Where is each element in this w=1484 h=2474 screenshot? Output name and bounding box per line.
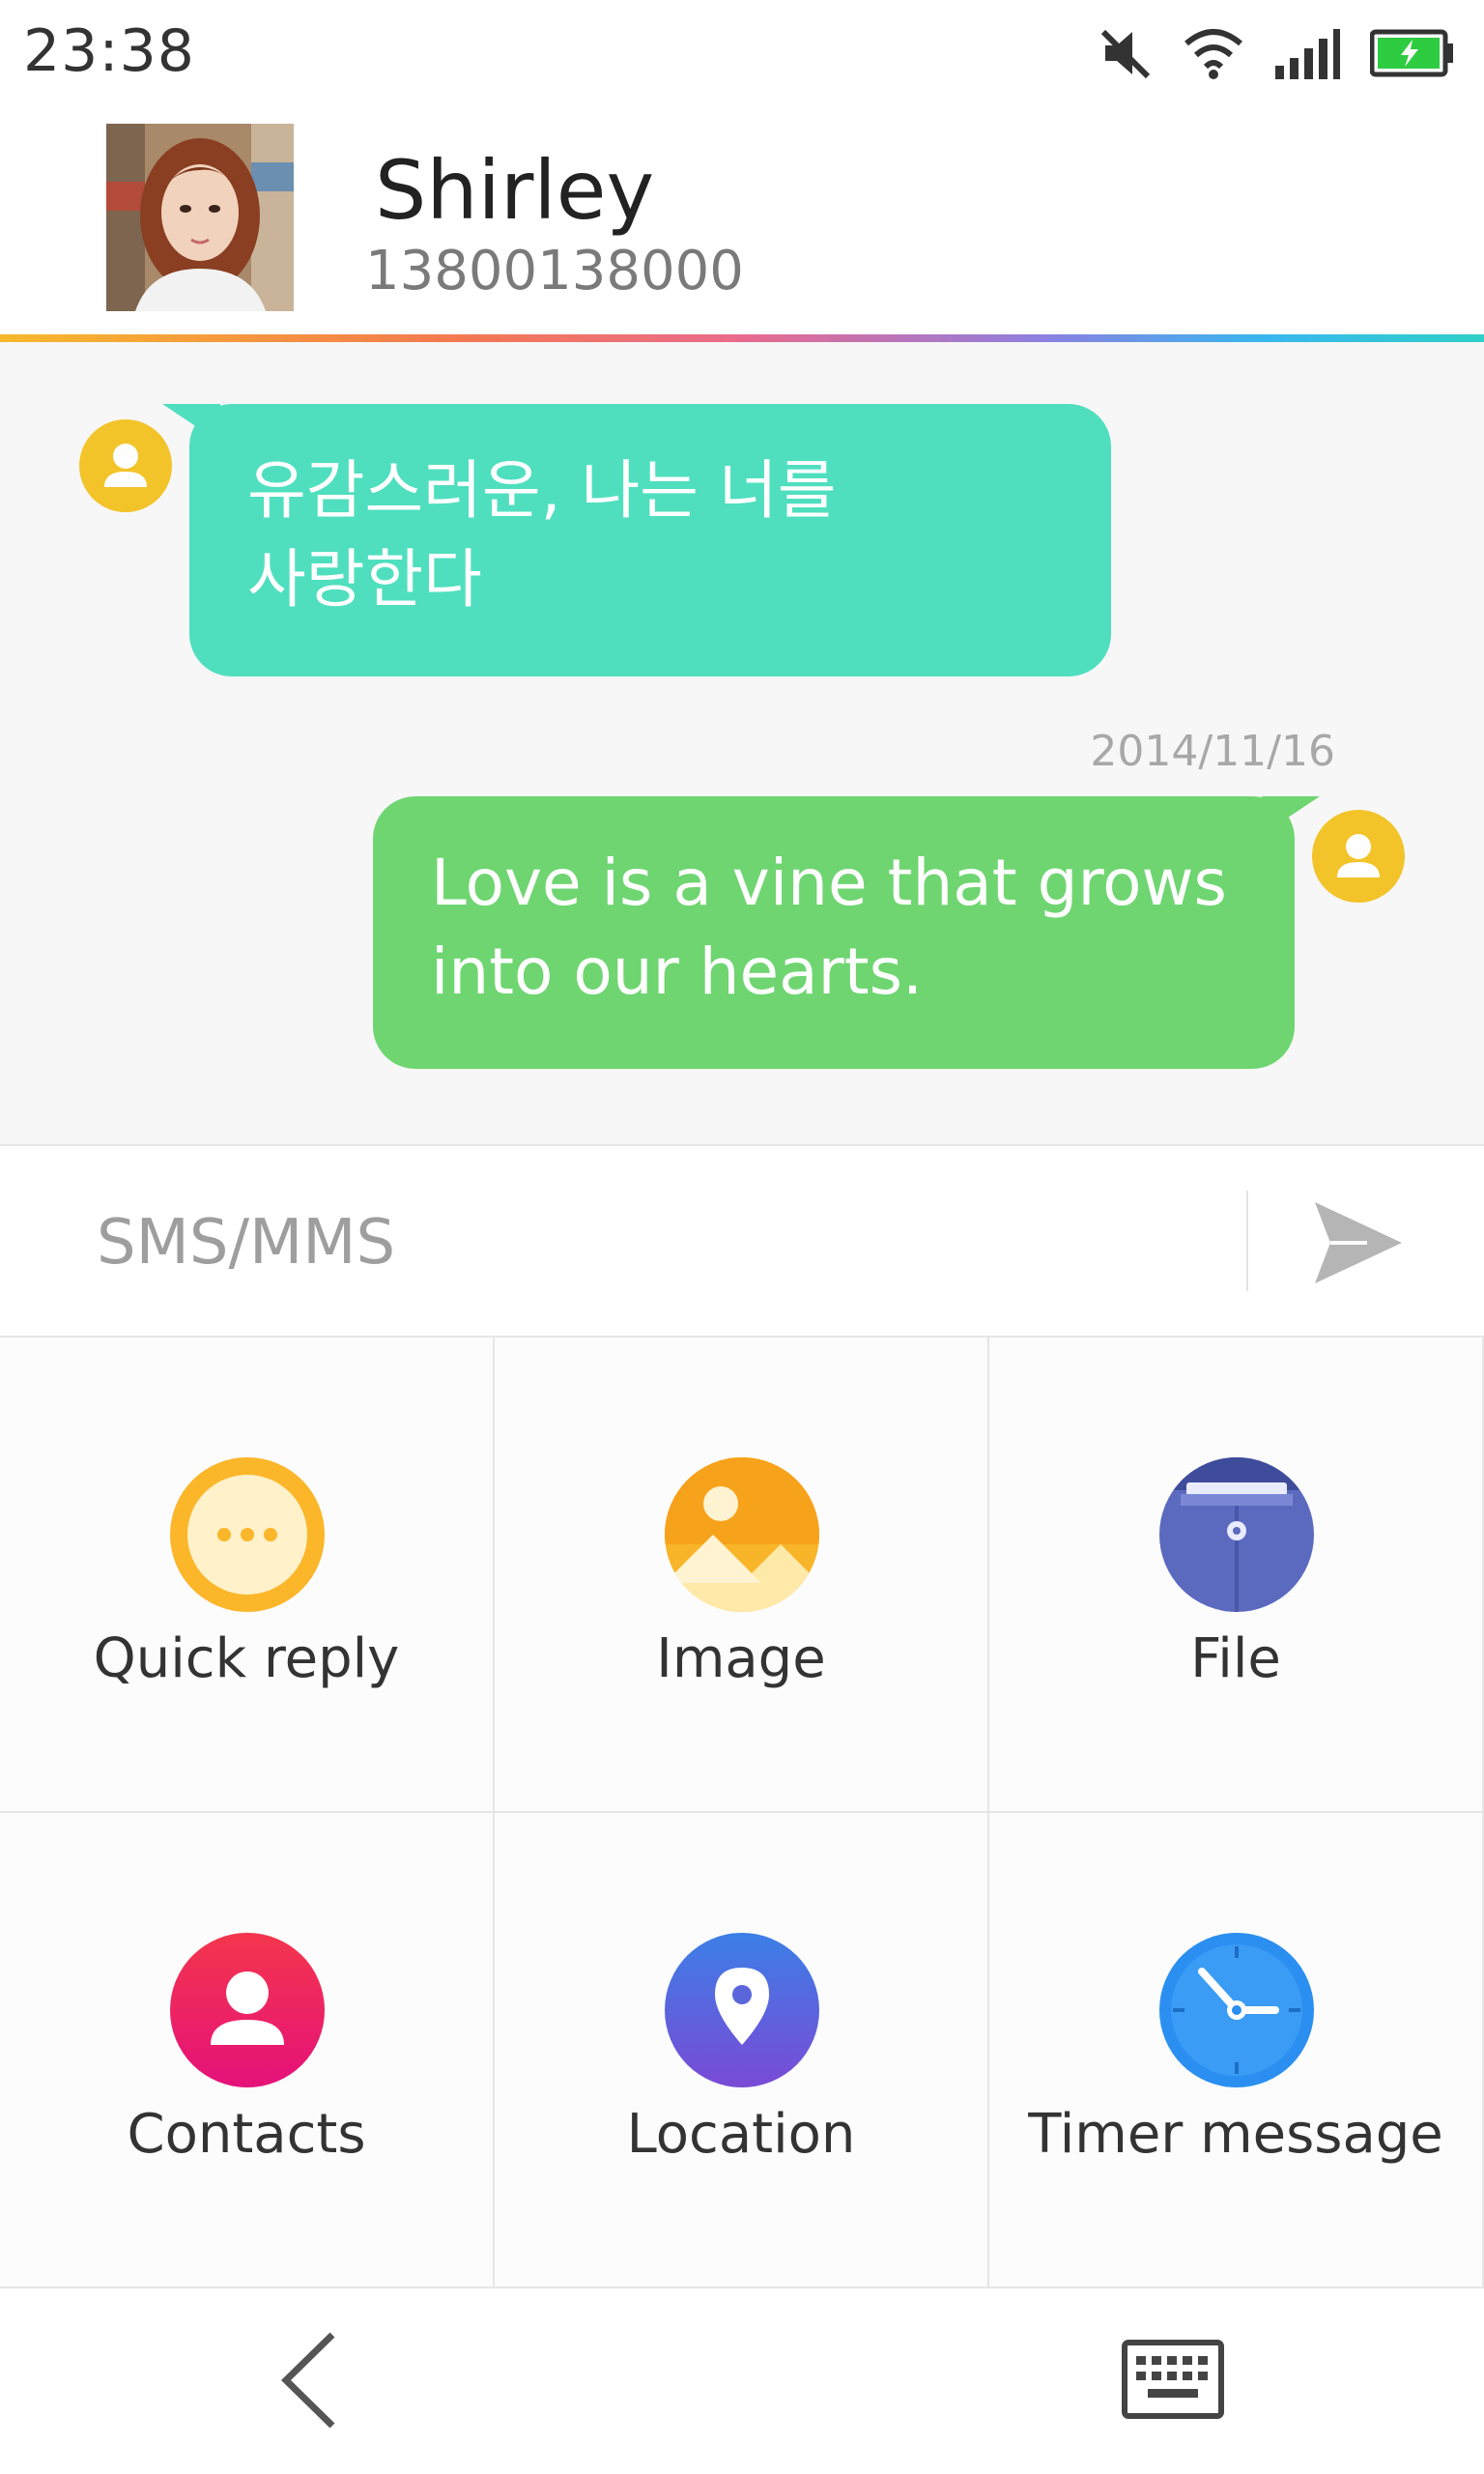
image-button[interactable]: Image xyxy=(495,1338,989,1813)
contact-avatar-photo[interactable] xyxy=(106,124,294,311)
mute-icon xyxy=(1099,24,1154,82)
contact-header: Shirley 13800138000 xyxy=(0,106,1484,338)
status-bar: 23:38 xyxy=(0,0,1484,106)
image-icon xyxy=(665,1457,819,1612)
wifi-icon xyxy=(1183,26,1244,80)
composer-divider xyxy=(1246,1191,1248,1291)
signal-icon xyxy=(1273,27,1341,79)
incoming-message-bubble[interactable]: 유감스러운, 나는 너를 사랑한다 xyxy=(189,404,1111,676)
composer-row xyxy=(0,1144,1484,1338)
timer-icon xyxy=(1159,1933,1314,2087)
status-icons xyxy=(1099,19,1455,87)
location-button[interactable]: Location xyxy=(495,1813,989,2288)
outgoing-message-line1: Love is a vine that grows xyxy=(431,846,1227,920)
timer-message-button[interactable]: Timer message xyxy=(989,1813,1484,2288)
outgoing-avatar-icon[interactable] xyxy=(1312,810,1405,903)
file-button[interactable]: File xyxy=(989,1338,1484,1813)
incoming-avatar-icon[interactable] xyxy=(79,419,172,512)
sms-input[interactable] xyxy=(97,1185,1217,1301)
file-label: File xyxy=(1190,1627,1281,1690)
back-button[interactable] xyxy=(261,2327,357,2433)
incoming-message-line2: 사랑한다 xyxy=(247,542,482,617)
location-label: Location xyxy=(626,2103,856,2166)
contacts-button[interactable]: Contacts xyxy=(0,1813,495,2288)
back-chevron-icon xyxy=(280,2332,335,2429)
battery-charging-icon xyxy=(1370,28,1455,78)
bottom-navigation-bar xyxy=(0,2288,1484,2474)
timer-message-label: Timer message xyxy=(1028,2103,1443,2166)
contact-name: Shirley xyxy=(375,143,655,238)
outgoing-message-line2: into our hearts. xyxy=(431,935,923,1009)
contacts-icon xyxy=(170,1933,325,2087)
message-timestamp: 2014/11/16 xyxy=(1090,727,1335,776)
location-icon xyxy=(665,1933,819,2087)
status-time: 23:38 xyxy=(23,17,195,85)
keyboard-button[interactable] xyxy=(1121,2337,1227,2424)
file-icon xyxy=(1159,1457,1314,1612)
quick-reply-icon xyxy=(170,1457,325,1612)
header-divider xyxy=(0,334,1484,342)
send-icon xyxy=(1315,1202,1402,1283)
attachment-grid: Quick reply Image File Contacts Location… xyxy=(0,1338,1484,2288)
conversation-area[interactable]: 유감스러운, 나는 너를 사랑한다 2014/11/16 Love is a v… xyxy=(0,342,1484,1144)
contacts-label: Contacts xyxy=(127,2103,366,2166)
keyboard-icon xyxy=(1122,2340,1224,2419)
contact-number: 13800138000 xyxy=(365,240,744,302)
image-label: Image xyxy=(656,1627,826,1690)
incoming-message-line1: 유감스러운, 나는 너를 xyxy=(247,453,837,528)
outgoing-message-bubble[interactable]: Love is a vine that grows into our heart… xyxy=(373,796,1295,1069)
quick-reply-label: Quick reply xyxy=(93,1627,400,1690)
send-button[interactable] xyxy=(1304,1194,1411,1291)
quick-reply-button[interactable]: Quick reply xyxy=(0,1338,495,1813)
